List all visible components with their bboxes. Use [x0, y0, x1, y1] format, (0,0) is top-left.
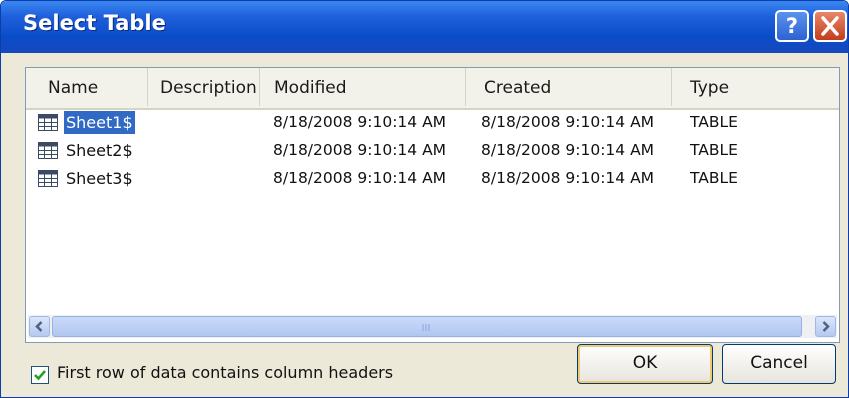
row-created: 8/18/2008 9:10:14 AM	[481, 113, 655, 131]
table-grid-icon	[38, 142, 58, 159]
table-row[interactable]: Sheet3$ 8/18/2008 9:10:14 AM 8/18/2008 9…	[26, 166, 839, 191]
scroll-right-button[interactable]	[815, 316, 836, 337]
column-header-description[interactable]: Description	[148, 68, 260, 106]
close-icon	[821, 16, 839, 36]
ok-button[interactable]: OK	[577, 344, 713, 384]
select-table-dialog: Select Table ? Name Description Modified…	[0, 0, 849, 398]
help-button[interactable]: ?	[775, 10, 809, 42]
table-grid-icon	[38, 114, 58, 131]
table-grid-icon	[38, 170, 58, 187]
row-created: 8/18/2008 9:10:14 AM	[481, 169, 655, 187]
row-type: TABLE	[690, 141, 738, 159]
row-created: 8/18/2008 9:10:14 AM	[481, 141, 655, 159]
chevron-left-icon	[35, 321, 43, 332]
row-name-label: Sheet1$	[64, 111, 135, 134]
first-row-headers-checkbox[interactable]	[31, 366, 49, 384]
row-name-label: Sheet2$	[66, 141, 133, 160]
row-type: TABLE	[690, 113, 738, 131]
table-row[interactable]: Sheet1$ 8/18/2008 9:10:14 AM 8/18/2008 9…	[26, 110, 839, 135]
horizontal-scrollbar[interactable]	[28, 315, 837, 338]
row-type: TABLE	[690, 169, 738, 187]
column-header-type[interactable]: Type	[672, 68, 839, 106]
scroll-thumb[interactable]	[52, 316, 802, 337]
title-bar[interactable]: Select Table ?	[1, 1, 848, 53]
row-name-label: Sheet3$	[66, 169, 133, 188]
close-button[interactable]	[813, 10, 847, 42]
checkmark-icon	[34, 370, 46, 381]
row-modified: 8/18/2008 9:10:14 AM	[273, 169, 447, 187]
table-list[interactable]: Name Description Modified Created Type S…	[25, 67, 840, 343]
dialog-title: Select Table	[23, 11, 166, 35]
column-header-created[interactable]: Created	[466, 68, 672, 106]
list-header: Name Description Modified Created Type	[26, 68, 839, 110]
row-modified: 8/18/2008 9:10:14 AM	[273, 141, 447, 159]
row-modified: 8/18/2008 9:10:14 AM	[273, 113, 447, 131]
chevron-right-icon	[822, 321, 830, 332]
grip-icon	[422, 324, 430, 331]
help-icon: ?	[785, 14, 799, 38]
column-header-modified[interactable]: Modified	[260, 68, 466, 106]
first-row-headers-label[interactable]: First row of data contains column header…	[57, 363, 393, 382]
cancel-button[interactable]: Cancel	[722, 344, 836, 384]
scroll-left-button[interactable]	[29, 316, 50, 337]
table-row[interactable]: Sheet2$ 8/18/2008 9:10:14 AM 8/18/2008 9…	[26, 138, 839, 163]
column-header-name[interactable]: Name	[26, 68, 148, 106]
